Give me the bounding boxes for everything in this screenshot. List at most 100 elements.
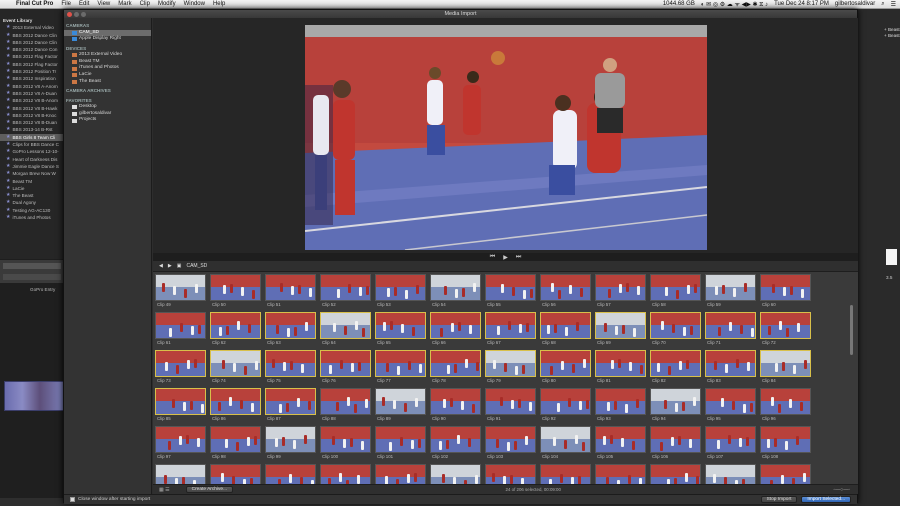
clip-thumbnail[interactable]: Clip 95 xyxy=(705,388,756,422)
event-library-item[interactable]: ★ BBS 2012 Flag Factor xyxy=(0,53,63,60)
clip-thumbnail[interactable]: Clip 61 xyxy=(155,312,206,346)
stop-import-button[interactable]: Stop Import xyxy=(760,496,798,503)
event-library-item[interactable]: ★ BBS 2012 V8 A-Anom xyxy=(0,83,63,90)
clip-thumbnail[interactable]: Clip 77 xyxy=(375,350,426,384)
clip-thumbnail[interactable]: Clip 99 xyxy=(265,426,316,460)
clip-thumbnail[interactable]: Clip 102 xyxy=(430,426,481,460)
forward-arrow-icon[interactable]: ▶ xyxy=(168,263,172,269)
clip-thumbnail[interactable]: Clip 86 xyxy=(210,388,261,422)
clip-thumbnail[interactable]: Clip 51 xyxy=(265,274,316,308)
clip-thumbnail[interactable]: Clip 104 xyxy=(540,426,591,460)
event-library-item[interactable]: ★ BBS 2012 Dance Clin xyxy=(0,32,63,39)
event-library-item[interactable]: ★ Jimmie Eagle Dance S xyxy=(0,163,63,170)
clip-thumbnail[interactable]: Clip 50 xyxy=(210,274,261,308)
event-library-item[interactable]: ★ BBS 2012 Dance Clin xyxy=(0,39,63,46)
minimize-window-icon[interactable] xyxy=(74,11,79,17)
event-library-item[interactable]: ★ Morgan Brew Now W xyxy=(0,170,63,177)
clock[interactable]: Tue Dec 24 8:17 PM xyxy=(774,1,829,7)
clip-thumbnail[interactable]: Clip 57 xyxy=(595,274,646,308)
clip-thumbnail[interactable]: Clip 89 xyxy=(375,388,426,422)
clip-thumbnail[interactable]: Clip 69 xyxy=(595,312,646,346)
clip-thumbnail[interactable]: Clip 105 xyxy=(595,426,646,460)
clip-thumbnail[interactable]: Clip 70 xyxy=(650,312,701,346)
clip-thumbnail[interactable]: Clip 53 xyxy=(375,274,426,308)
clip-thumbnail[interactable]: Clip 106 xyxy=(650,426,701,460)
sidebar-item[interactable]: Desktop xyxy=(64,104,151,111)
event-library-item[interactable]: ★ iTunes and Photos xyxy=(0,214,63,221)
clip-thumbnail[interactable]: Clip 72 xyxy=(760,312,811,346)
menu-modify[interactable]: Modify xyxy=(154,1,180,7)
menu-help[interactable]: Help xyxy=(209,1,229,7)
clip-thumbnail[interactable]: Clip 101 xyxy=(375,426,426,460)
event-library-item[interactable]: ★ Heart of Darkness Dis xyxy=(0,156,63,163)
clip-thumbnail[interactable]: Clip 49 xyxy=(155,274,206,308)
menu-window[interactable]: Window xyxy=(180,1,209,7)
create-archive-button[interactable]: Create Archive... xyxy=(185,486,234,493)
clip-thumbnail[interactable]: Clip 108 xyxy=(760,426,811,460)
event-library-item[interactable]: ★ BBS 2012 Position Tr xyxy=(0,68,63,75)
menu-mark[interactable]: Mark xyxy=(114,1,135,7)
clip-thumbnail[interactable]: Clip 107 xyxy=(705,426,756,460)
user-name[interactable]: gilbertosaldivar xyxy=(835,1,875,7)
clip-thumbnail[interactable]: Clip 75 xyxy=(265,350,316,384)
clip-thumbnail[interactable]: Clip 55 xyxy=(485,274,536,308)
sidebar-item[interactable]: 2013 External Video xyxy=(64,52,151,59)
clip-thumbnail[interactable]: Clip 58 xyxy=(650,274,701,308)
toolbar-buttons[interactable] xyxy=(3,263,61,269)
event-library-item[interactable]: ★ The Beast xyxy=(0,192,63,199)
spotlight-icon[interactable]: ⌕ xyxy=(881,1,884,8)
clip-thumbnail[interactable]: Clip 84 xyxy=(760,350,811,384)
clip-thumbnail[interactable]: Clip 60 xyxy=(760,274,811,308)
clip-thumbnail[interactable]: Clip 64 xyxy=(320,312,371,346)
clip-thumbnail[interactable]: Clip 98 xyxy=(210,426,261,460)
clip-thumbnail[interactable]: Clip 76 xyxy=(320,350,371,384)
sidebar-item[interactable]: Apple Display Right xyxy=(64,36,151,43)
event-library-item[interactable]: ★ Beast TM xyxy=(0,178,63,185)
zoom-slider[interactable]: ◦—○—◦ xyxy=(833,487,850,493)
toolbar-buttons-2[interactable] xyxy=(3,274,61,280)
event-library-item[interactable]: ★ BBS 2012 V8 B-Duan xyxy=(0,119,63,126)
clip-thumbnail[interactable]: Clip 74 xyxy=(210,350,261,384)
sidebar-item[interactable]: Projects xyxy=(64,117,151,124)
zoom-window-icon[interactable] xyxy=(81,11,86,17)
clip-thumbnail[interactable]: Clip 62 xyxy=(210,312,261,346)
event-library-item[interactable]: ★ BBS 2012 V8 B-Knoc xyxy=(0,112,63,119)
event-library-item[interactable]: ★ Clips for BBS Dance C xyxy=(0,141,63,148)
status-icons[interactable]: ◐ ✉ ◎ ⚙ ☁ ᯤ ◀︎▶︎ ✱ ⧖ ♪ xyxy=(701,0,768,9)
timeline-clip[interactable] xyxy=(4,381,64,411)
clip-thumbnail[interactable]: Clip 66 xyxy=(430,312,481,346)
event-library-item[interactable]: ★ BBS 2013-14 B-Rst xyxy=(0,126,63,133)
event-library-item[interactable]: ★ BBS 2012 V8 A-Duan xyxy=(0,90,63,97)
clip-thumbnail[interactable]: Clip 63 xyxy=(265,312,316,346)
clip-thumbnail[interactable]: Clip 73 xyxy=(155,350,206,384)
play-icon[interactable]: ▶ xyxy=(503,254,508,261)
clip-thumbnail[interactable]: Clip 80 xyxy=(540,350,591,384)
view-toggle-icons[interactable]: ▦ ☰ xyxy=(159,487,170,493)
clip-thumbnail[interactable]: Clip 92 xyxy=(540,388,591,422)
timeline[interactable]: GoPro Entry xyxy=(0,283,64,498)
event-library-item[interactable]: ★ Dual Agony xyxy=(0,199,63,206)
clip-thumbnail[interactable]: Clip 71 xyxy=(705,312,756,346)
clip-thumbnail[interactable]: Clip 79 xyxy=(485,350,536,384)
event-library-item[interactable]: ★ BBS 2012 Flag Factor xyxy=(0,61,63,68)
clip-thumbnail[interactable]: Clip 93 xyxy=(595,388,646,422)
clip-thumbnail[interactable]: Clip 82 xyxy=(650,350,701,384)
import-selected-button[interactable]: Import Selected... xyxy=(801,496,851,503)
event-library-item[interactable]: ★ LaCie xyxy=(0,185,63,192)
clip-thumbnail[interactable]: Clip 88 xyxy=(320,388,371,422)
clip-thumbnail[interactable]: Clip 83 xyxy=(705,350,756,384)
event-library-item[interactable]: ★ Testing AG-AC130 xyxy=(0,207,63,214)
clip-thumbnail[interactable]: Clip 103 xyxy=(485,426,536,460)
close-window-icon[interactable] xyxy=(67,11,72,17)
clip-thumbnail[interactable]: Clip 52 xyxy=(320,274,371,308)
menu-app-name[interactable]: Final Cut Pro xyxy=(12,1,57,7)
notification-center-icon[interactable]: ☰ xyxy=(891,1,896,8)
clip-thumbnail[interactable]: Clip 90 xyxy=(430,388,481,422)
sidebar-item[interactable]: The Beast xyxy=(64,79,151,86)
clip-thumbnail[interactable]: Clip 81 xyxy=(595,350,646,384)
next-clip-icon[interactable]: ⏭ xyxy=(516,254,521,261)
clip-thumbnail[interactable]: Clip 67 xyxy=(485,312,536,346)
clip-thumbnail[interactable]: Clip 85 xyxy=(155,388,206,422)
clip-thumbnail[interactable]: Clip 97 xyxy=(155,426,206,460)
clip-thumbnail[interactable]: Clip 54 xyxy=(430,274,481,308)
